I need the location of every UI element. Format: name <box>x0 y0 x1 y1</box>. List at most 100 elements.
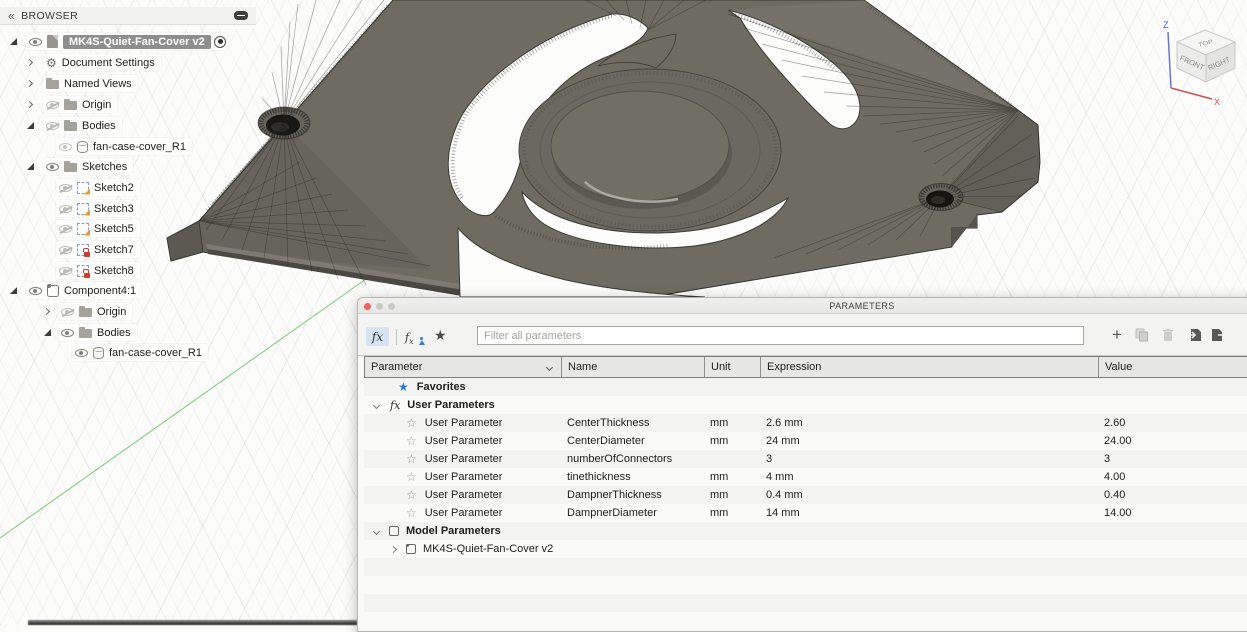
trash-icon <box>1162 328 1174 342</box>
expand-chevron-icon[interactable] <box>390 545 397 552</box>
favorite-star-outline-icon[interactable]: ☆ <box>406 470 417 484</box>
visibility-eye-dim-icon[interactable] <box>59 143 72 151</box>
browser-display-mode-icon[interactable] <box>234 11 248 20</box>
empty-row <box>364 594 1247 612</box>
close-window-button[interactable] <box>364 303 371 310</box>
favorites-section-row[interactable]: ★Favorites <box>364 378 1247 396</box>
add-parameter-button[interactable]: + <box>1108 326 1126 344</box>
cube-icon <box>389 526 399 536</box>
visibility-eye-icon[interactable] <box>29 287 42 295</box>
parameter-row[interactable]: ☆User Parameter CenterThickness mm 2.6 m… <box>364 414 1247 432</box>
column-header-name[interactable]: Name <box>562 357 705 377</box>
export-parameters-button[interactable] <box>1210 326 1228 344</box>
parameter-row[interactable]: ☆User Parameter DampnerThickness mm 0.4 … <box>364 486 1247 504</box>
visibility-eye-icon[interactable] <box>46 163 59 171</box>
param-name-cell[interactable]: CenterThickness <box>561 417 704 429</box>
activate-component-radio[interactable] <box>212 33 228 50</box>
param-expression-cell[interactable]: 24 mm <box>760 435 1098 447</box>
parameter-row[interactable]: ☆User Parameter DampnerDiameter mm 14 mm… <box>364 504 1247 522</box>
param-expression-cell[interactable]: 14 mm <box>760 507 1098 519</box>
expander-open-icon[interactable] <box>44 329 51 336</box>
param-unit-cell: mm <box>704 435 760 447</box>
window-titlebar[interactable]: PARAMETERS <box>358 298 1247 314</box>
parameter-row[interactable]: ☆User Parameter numberOfConnectors 3 3 <box>364 450 1247 468</box>
collapse-chevron-icon[interactable] <box>373 401 380 408</box>
favorites-filter-button[interactable]: ★ <box>434 327 447 344</box>
expander-open-icon[interactable] <box>10 287 17 294</box>
import-parameters-button[interactable] <box>1186 326 1204 344</box>
user-parameters-filter-button[interactable]: fx <box>405 328 427 346</box>
favorite-star-outline-icon[interactable]: ☆ <box>406 452 417 466</box>
parameters-window[interactable]: PARAMETERS fx fx ★ + Parameter Name Unit… <box>357 297 1247 632</box>
param-name-cell[interactable]: CenterDiameter <box>561 435 704 447</box>
visibility-eye-icon[interactable] <box>75 349 88 357</box>
sketch-icon <box>77 223 89 235</box>
expander-closed-icon[interactable] <box>26 101 33 108</box>
param-unit-cell: mm <box>704 471 760 483</box>
parameter-row[interactable]: ☆User Parameter CenterDiameter mm 24 mm … <box>364 432 1247 450</box>
user-parameters-group-row[interactable]: fxUser Parameters <box>364 396 1247 414</box>
sketch-icon <box>77 203 89 215</box>
param-value-cell: 14.00 <box>1098 507 1247 519</box>
minimize-window-button[interactable] <box>376 303 383 310</box>
visibility-eye-off-icon[interactable] <box>46 101 59 109</box>
column-header-parameter[interactable]: Parameter <box>365 357 562 377</box>
favorite-star-outline-icon[interactable]: ☆ <box>406 434 417 448</box>
column-header-unit[interactable]: Unit <box>705 357 761 377</box>
visibility-eye-icon[interactable] <box>29 38 42 46</box>
gear-icon: ⚙ <box>46 57 57 69</box>
param-name-cell[interactable]: tinethickness <box>561 471 704 483</box>
param-expression-cell[interactable]: 2.6 mm <box>760 417 1098 429</box>
param-unit-cell: mm <box>704 507 760 519</box>
empty-row <box>364 612 1247 630</box>
favorite-star-outline-icon[interactable]: ☆ <box>406 506 417 520</box>
visibility-eye-off-icon[interactable] <box>59 205 72 213</box>
collapse-panel-icon[interactable]: « <box>8 11 15 21</box>
favorite-star-icon: ★ <box>398 380 409 394</box>
visibility-eye-off-icon[interactable] <box>61 308 74 316</box>
expander-open-icon[interactable] <box>27 122 34 129</box>
parameters-table: Parameter Name Unit Expression Value ★Fa… <box>364 356 1247 631</box>
collapse-chevron-icon[interactable] <box>373 527 380 534</box>
filter-parameters-input[interactable] <box>477 326 1084 345</box>
chevron-down-icon[interactable] <box>546 364 553 371</box>
visibility-eye-icon[interactable] <box>61 329 74 337</box>
delete-parameter-button[interactable] <box>1159 326 1177 344</box>
empty-row <box>364 576 1247 594</box>
visibility-eye-off-icon[interactable] <box>59 184 72 192</box>
expander-open-icon[interactable] <box>10 38 17 45</box>
param-value-cell: 24.00 <box>1098 435 1247 447</box>
favorite-star-outline-icon[interactable]: ☆ <box>406 488 417 502</box>
tree-item-label[interactable]: MK4S-Quiet-Fan-Cover v2 <box>63 35 211 49</box>
param-name-cell[interactable]: numberOfConnectors <box>561 453 704 465</box>
sketch-icon <box>77 182 89 194</box>
favorite-star-outline-icon[interactable]: ☆ <box>406 416 417 430</box>
param-expression-cell[interactable]: 0.4 mm <box>760 489 1098 501</box>
param-name-cell[interactable]: DampnerDiameter <box>561 507 704 519</box>
visibility-eye-off-icon[interactable] <box>59 267 72 275</box>
body-cylinder-icon <box>93 347 104 359</box>
visibility-eye-off-icon[interactable] <box>59 225 72 233</box>
param-expression-cell[interactable]: 4 mm <box>760 471 1098 483</box>
model-component-row[interactable]: MK4S-Quiet-Fan-Cover v2 <box>364 540 1247 558</box>
param-expression-cell[interactable]: 3 <box>760 453 1098 465</box>
viewcube[interactable]: Z X TOP FRONT RIGHT <box>1150 12 1245 112</box>
param-name-cell[interactable]: DampnerThickness <box>561 489 704 501</box>
visibility-eye-off-icon[interactable] <box>59 246 72 254</box>
expander-open-icon[interactable] <box>27 163 34 170</box>
copy-parameter-button[interactable] <box>1133 326 1151 344</box>
expander-closed-icon[interactable] <box>26 59 33 66</box>
model-parameters-group-row[interactable]: Model Parameters <box>364 522 1247 540</box>
export-icon <box>1211 328 1227 342</box>
radio-icon <box>214 36 226 48</box>
visibility-eye-off-icon[interactable] <box>46 122 59 130</box>
expander-closed-icon[interactable] <box>43 308 50 315</box>
component-icon <box>47 285 59 297</box>
zoom-window-button[interactable] <box>388 303 395 310</box>
all-parameters-toggle-button[interactable]: fx <box>366 327 389 346</box>
column-header-value[interactable]: Value <box>1099 357 1247 377</box>
column-header-expression[interactable]: Expression <box>761 357 1099 377</box>
folder-icon <box>64 101 77 110</box>
parameter-row[interactable]: ☆User Parameter tinethickness mm 4 mm 4.… <box>364 468 1247 486</box>
expander-closed-icon[interactable] <box>26 80 33 87</box>
